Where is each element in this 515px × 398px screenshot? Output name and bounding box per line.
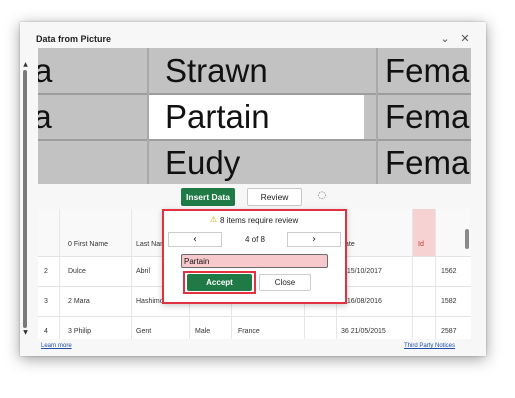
column-header[interactable]: Last Nan	[136, 240, 164, 250]
chevron-down-icon[interactable]: ⌄	[438, 32, 452, 46]
action-row: Insert Data Review ◌	[20, 187, 486, 209]
review-counter: 4 of 8	[244, 235, 265, 244]
scroll-down-icon[interactable]: ▼	[22, 330, 29, 336]
table-cell[interactable]: Abril	[136, 267, 150, 277]
picture-cell-highlighted: Partain	[165, 98, 270, 135]
review-message: 8 items require review	[220, 216, 299, 225]
lightbulb-icon[interactable]: ◌	[316, 189, 328, 203]
column-header[interactable]: 0 First Name	[68, 240, 108, 250]
learn-more-link[interactable]: Learn more	[41, 343, 72, 349]
insert-data-button[interactable]: Insert Data	[181, 188, 235, 206]
row-number: 3	[44, 298, 48, 305]
picture-preview: a Strawn Fema la Partain Fema Eudy Fema	[38, 48, 471, 184]
table-cell[interactable]: 2 15/10/2017	[341, 267, 382, 277]
grid-col-divider	[435, 209, 436, 339]
picture-cell: la	[38, 98, 52, 135]
table-cell[interactable]: Male	[195, 327, 210, 337]
table-cell[interactable]: France	[238, 327, 260, 337]
chevron-right-icon: ›	[312, 234, 316, 245]
previous-item-button[interactable]: ‹	[168, 232, 222, 247]
grid-row-divider	[38, 316, 471, 317]
table-cell[interactable]: 2 Mara	[68, 297, 90, 307]
accept-button[interactable]: Accept	[187, 274, 252, 291]
next-item-button[interactable]: ›	[287, 232, 341, 247]
table-cell[interactable]: 2587	[441, 327, 457, 337]
picture-cell: Fema	[385, 98, 470, 135]
picture-col-divider	[147, 48, 149, 184]
third-party-notices-link[interactable]: Third Party Notices	[404, 343, 455, 349]
picture-cell: Eudy	[165, 144, 241, 181]
table-cell[interactable]: 3 Philip	[68, 327, 91, 337]
table-cell[interactable]: 1562	[441, 267, 457, 277]
close-icon[interactable]: ✕	[458, 32, 472, 46]
picture-cell: Fema	[385, 52, 470, 89]
table-cell[interactable]: 5 16/08/2016	[341, 297, 382, 307]
picture-row-divider	[38, 139, 471, 141]
grid-col-divider	[59, 209, 60, 339]
picture-cell: Fema	[385, 144, 470, 181]
table-cell[interactable]: 1582	[441, 297, 457, 307]
grid-col-divider	[131, 209, 132, 339]
picture-cell: Strawn	[165, 52, 268, 89]
picture-row-divider	[38, 93, 471, 95]
table-cell[interactable]: Dulce	[68, 267, 86, 277]
row-number: 4	[44, 328, 48, 335]
warning-icon: ⚠	[209, 215, 218, 224]
data-from-picture-pane: Data from Picture ⌄ ✕ ▲ ▼ a Strawn Fema …	[20, 22, 486, 356]
review-button[interactable]: Review	[247, 188, 302, 206]
table-cell[interactable]: 36 21/05/2015	[341, 327, 386, 337]
review-value-input[interactable]	[181, 254, 328, 268]
review-popup: ⚠ 8 items require review ‹ 4 of 8 › Acce…	[162, 209, 347, 304]
grid-scrollbar-thumb[interactable]	[465, 229, 469, 249]
picture-col-divider	[376, 48, 378, 184]
pane-title: Data from Picture	[36, 34, 112, 44]
column-header-id[interactable]: Id	[418, 240, 424, 250]
picture-cell: a	[38, 52, 53, 89]
scroll-up-icon[interactable]: ▲	[22, 62, 29, 68]
table-cell[interactable]: Hashimo	[136, 297, 164, 307]
table-cell[interactable]: Gent	[136, 327, 151, 337]
grid-col-divider	[412, 209, 413, 339]
close-button[interactable]: Close	[259, 274, 311, 291]
row-number: 2	[44, 268, 48, 275]
chevron-left-icon: ‹	[193, 234, 197, 245]
